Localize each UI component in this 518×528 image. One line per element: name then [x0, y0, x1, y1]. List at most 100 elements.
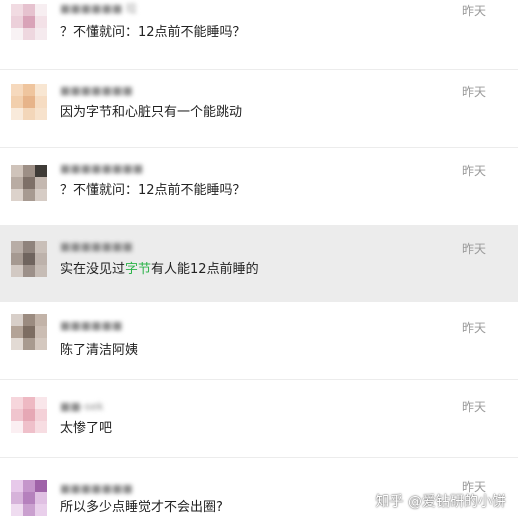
avatar-pixel [35, 241, 47, 253]
avatar[interactable] [11, 4, 47, 40]
avatar-pixel [23, 338, 35, 350]
avatar-pixel [23, 96, 35, 108]
avatar-pixel [23, 504, 35, 516]
avatar-pixel [11, 492, 23, 504]
avatar-pixel [35, 338, 47, 350]
avatar[interactable] [11, 480, 47, 516]
avatar-pixel [11, 177, 23, 189]
timestamp: 昨天 [461, 400, 486, 414]
avatar-pixel [11, 421, 23, 433]
avatar-pixel [11, 165, 23, 177]
timestamp: 昨天 [461, 480, 486, 494]
avatar-pixel [35, 397, 47, 409]
timestamp: 昨天 [461, 4, 486, 18]
username[interactable]: ■■■■■■ [60, 319, 122, 333]
timestamp: 昨天 [461, 242, 486, 256]
watermark: 知乎 @爱钻研的小饼 [375, 494, 506, 510]
comment-item[interactable]: ■■■■■■ 昨天 陈了清洁阿姨 [0, 302, 518, 380]
avatar-pixel [23, 314, 35, 326]
avatar-pixel [35, 265, 47, 277]
username[interactable]: ■■■■■■■ [60, 84, 133, 98]
comment-text: 实在没见过字节有人能12点前睡的 [60, 261, 259, 279]
avatar-pixel [35, 108, 47, 120]
avatar-pixel [23, 241, 35, 253]
avatar-pixel [35, 16, 47, 28]
avatar-pixel [35, 421, 47, 433]
comment-text-part: 有人能12点前睡的 [151, 262, 259, 277]
username[interactable]: ■■-sek [60, 400, 104, 414]
avatar-pixel [35, 96, 47, 108]
avatar-pixel [35, 504, 47, 516]
avatar-pixel [23, 480, 35, 492]
avatar-pixel [35, 314, 47, 326]
avatar-pixel [23, 189, 35, 201]
keyword-link[interactable]: 字节 [125, 262, 151, 277]
avatar-pixel [35, 28, 47, 40]
comment-text: ？不懂就问：12点前不能睡吗？ [60, 183, 246, 198]
comment-item[interactable]: ■■■■■■■■ 昨天 ？不懂就问：12点前不能睡吗？ [0, 148, 518, 226]
avatar[interactable] [11, 241, 47, 277]
avatar-pixel [23, 108, 35, 120]
avatar-pixel [23, 265, 35, 277]
avatar-pixel [23, 409, 35, 421]
avatar-pixel [11, 504, 23, 516]
comment-item[interactable]: ■■■■■■ 垃 昨天 ？不懂就问：12点前不能睡吗？ [0, 0, 518, 70]
avatar-pixel [11, 314, 23, 326]
comment-text: 陈了清洁阿姨 [60, 343, 139, 358]
comment-list: ■■■■■■ 垃 昨天 ？不懂就问：12点前不能睡吗？ ■■■■■■■ 昨天 因… [0, 0, 518, 525]
avatar-pixel [11, 84, 23, 96]
avatar-pixel [35, 409, 47, 421]
avatar-pixel [11, 253, 23, 265]
comment-item[interactable]: ■■-sek 昨天 太惨了吧 [0, 380, 518, 458]
avatar-pixel [11, 480, 23, 492]
avatar-pixel [11, 189, 23, 201]
avatar[interactable] [11, 84, 47, 120]
avatar-pixel [35, 492, 47, 504]
avatar-pixel [11, 338, 23, 350]
comment-item[interactable]: ■■■■■■■ 昨天 因为字节和心脏只有一个能跳动 [0, 70, 518, 148]
avatar-pixel [23, 28, 35, 40]
avatar-pixel [11, 397, 23, 409]
avatar-pixel [11, 409, 23, 421]
avatar-pixel [11, 4, 23, 16]
avatar-pixel [23, 16, 35, 28]
avatar-pixel [23, 492, 35, 504]
avatar[interactable] [11, 397, 47, 433]
avatar-pixel [23, 177, 35, 189]
avatar-pixel [11, 28, 23, 40]
comment-text: ？不懂就问：12点前不能睡吗？ [60, 25, 246, 40]
avatar-pixel [11, 241, 23, 253]
timestamp: 昨天 [461, 164, 486, 178]
avatar-pixel [23, 84, 35, 96]
avatar-pixel [23, 326, 35, 338]
avatar-pixel [35, 165, 47, 177]
comment-text-part: 实在没见过 [60, 262, 126, 277]
timestamp: 昨天 [461, 321, 486, 335]
username[interactable]: ■■■■■■ 垃 [60, 2, 137, 16]
username[interactable]: ■■■■■■■■ [60, 162, 143, 176]
avatar-pixel [23, 397, 35, 409]
avatar-pixel [35, 4, 47, 16]
avatar-pixel [11, 108, 23, 120]
avatar-pixel [11, 265, 23, 277]
avatar-pixel [23, 421, 35, 433]
avatar-pixel [11, 16, 23, 28]
avatar-pixel [35, 326, 47, 338]
avatar-pixel [11, 326, 23, 338]
avatar-pixel [23, 4, 35, 16]
avatar[interactable] [11, 165, 47, 201]
username[interactable]: ■■■■■■■ [60, 240, 133, 254]
avatar-pixel [35, 84, 47, 96]
comment-text: 所以多少点睡觉才不会出圈? [60, 500, 223, 515]
comment-text: 太惨了吧 [60, 421, 113, 436]
comment-text: 因为字节和心脏只有一个能跳动 [60, 105, 243, 120]
avatar-pixel [35, 177, 47, 189]
timestamp: 昨天 [461, 85, 486, 99]
username[interactable]: ■■■■■■■ [60, 482, 133, 496]
avatar-pixel [11, 96, 23, 108]
avatar-pixel [23, 253, 35, 265]
avatar-pixel [35, 189, 47, 201]
avatar[interactable] [11, 314, 47, 350]
comment-item-highlighted[interactable]: ■■■■■■■ 昨天 实在没见过字节有人能12点前睡的 [0, 226, 518, 302]
avatar-pixel [35, 480, 47, 492]
